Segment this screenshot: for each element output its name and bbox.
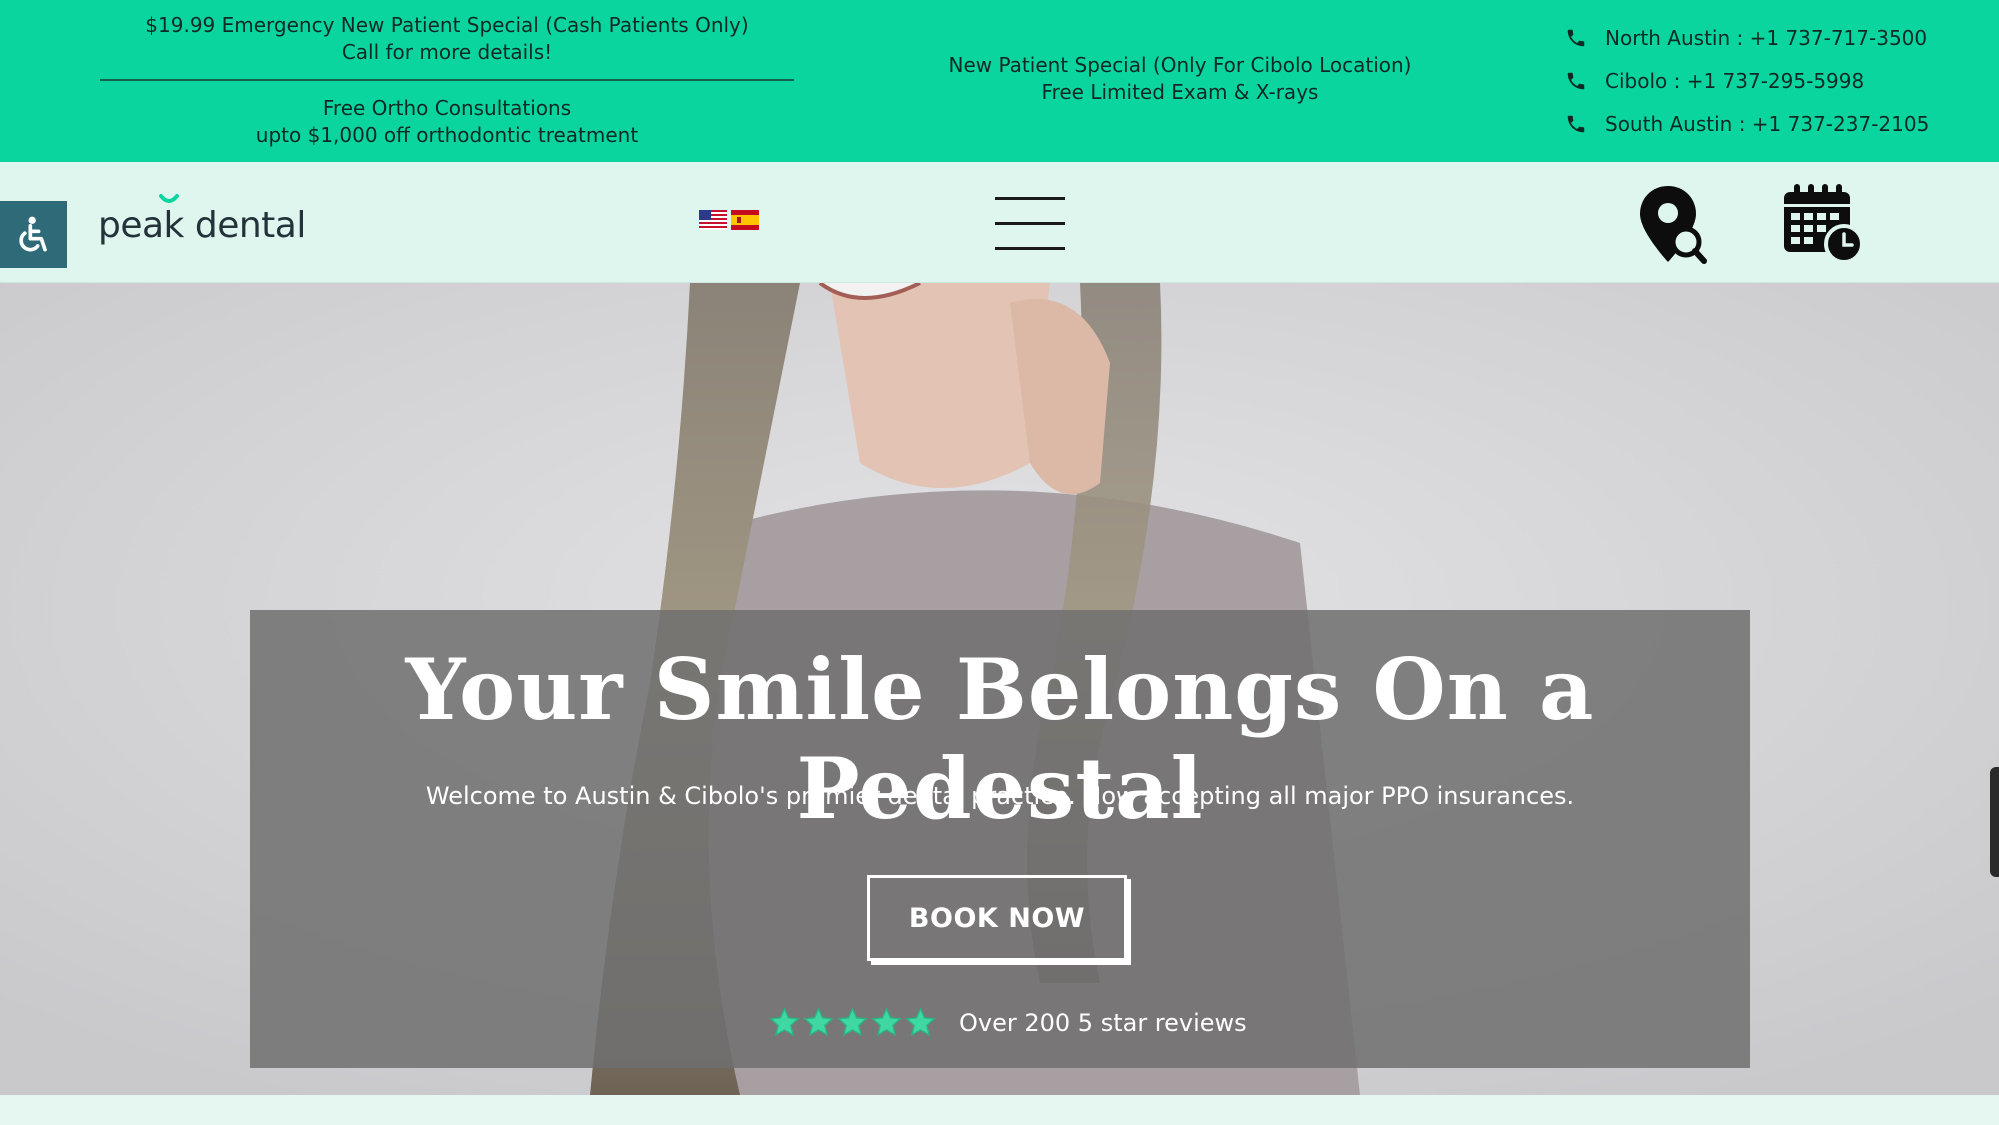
ortho-promo-line2: upto $1,000 off orthodontic treatment	[255, 123, 639, 147]
star-icon	[769, 1007, 800, 1037]
bottom-strip	[0, 1095, 1999, 1125]
phone-link-north-austin[interactable]: North Austin : +1 737-717-3500	[1565, 16, 1929, 59]
emergency-special-line1: $19.99 Emergency New Patient Special (Ca…	[145, 13, 749, 37]
phone-icon	[1565, 27, 1587, 49]
language-switcher	[699, 210, 759, 230]
location-search-icon[interactable]	[1636, 184, 1708, 268]
logo-smile-mark	[159, 194, 179, 203]
phone-link-south-austin[interactable]: South Austin : +1 737-237-2105	[1565, 102, 1929, 145]
cibolo-promo-line2: Free Limited Exam & X-rays	[1041, 80, 1319, 104]
logo-text: peak dental	[98, 205, 306, 246]
star-icon	[905, 1007, 936, 1037]
book-now-button[interactable]: BOOK NOW	[867, 875, 1127, 961]
star-icon	[803, 1007, 834, 1037]
emergency-special-line2: Call for more details!	[341, 40, 553, 64]
star-icon	[837, 1007, 868, 1037]
site-header: peak dental	[0, 162, 1999, 283]
phone-icon	[1565, 70, 1587, 92]
reviews-summary[interactable]: Over 200 5 star reviews	[768, 1006, 1247, 1039]
phone-link-cibolo[interactable]: Cibolo : +1 737-295-5998	[1565, 59, 1929, 102]
cibolo-promo-line1: New Patient Special (Only For Cibolo Loc…	[948, 53, 1412, 77]
phone-label: Cibolo : +1 737-295-5998	[1605, 68, 1865, 93]
logo[interactable]: peak dental	[98, 194, 306, 246]
emergency-special-promo: $19.99 Emergency New Patient Special (Ca…	[100, 12, 794, 66]
reviews-text: Over 200 5 star reviews	[959, 1008, 1247, 1037]
ortho-promo: Free Ortho Consultations upto $1,000 off…	[100, 95, 794, 149]
wheelchair-icon	[18, 216, 47, 251]
hero-section: Your Smile Belongs On a Pedestal Welcome…	[0, 283, 1999, 1095]
ortho-promo-line1: Free Ortho Consultations	[322, 96, 572, 120]
rating-stars	[768, 1006, 937, 1039]
calendar-clock-icon[interactable]	[1782, 182, 1864, 266]
us-flag-icon[interactable]	[699, 210, 727, 230]
phone-list: North Austin : +1 737-717-3500 Cibolo : …	[1565, 16, 1929, 145]
spain-flag-icon[interactable]	[731, 210, 759, 230]
hero-subheadline: Welcome to Austin & Cibolo's premier den…	[425, 782, 1575, 810]
phone-label: North Austin : +1 737-717-3500	[1605, 25, 1928, 50]
star-icon	[871, 1007, 902, 1037]
hero-overlay-panel: Your Smile Belongs On a Pedestal Welcome…	[250, 610, 1750, 1068]
phone-icon	[1565, 113, 1587, 135]
accessibility-button[interactable]	[0, 201, 67, 268]
promo-divider	[100, 79, 794, 81]
phone-label: South Austin : +1 737-237-2105	[1605, 111, 1930, 136]
promo-bar: $19.99 Emergency New Patient Special (Ca…	[0, 0, 1999, 162]
hamburger-menu-icon[interactable]	[995, 194, 1065, 254]
side-widget-tab[interactable]	[1990, 767, 1999, 877]
cibolo-promo: New Patient Special (Only For Cibolo Loc…	[900, 52, 1460, 106]
